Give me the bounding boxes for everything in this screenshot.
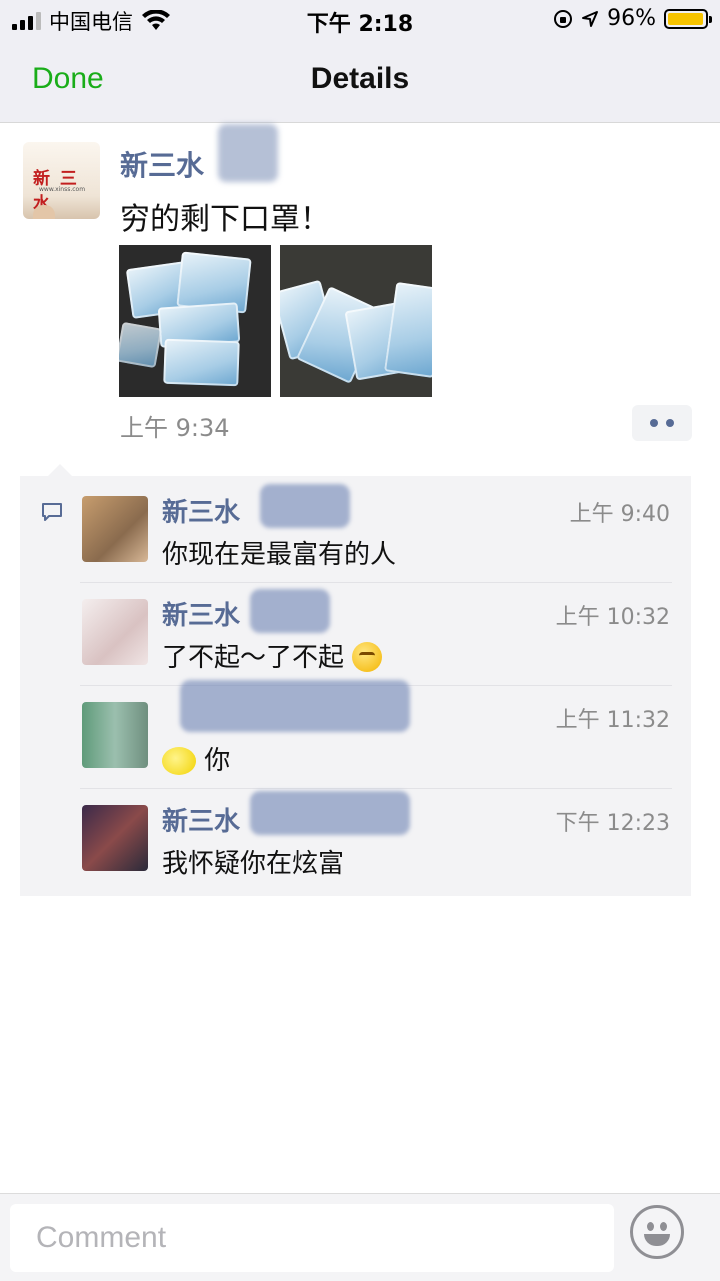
post-image-2[interactable] (280, 245, 432, 397)
commenter-avatar[interactable] (82, 805, 148, 871)
comment-text: 你 (204, 746, 231, 776)
page-title: Details (310, 62, 410, 95)
avatar-thumb (33, 205, 55, 219)
battery-icon (664, 8, 712, 29)
comment-text: 了不起～了不起 (162, 643, 345, 673)
status-bar-right: 96% (553, 6, 712, 31)
post-text: 穷的剩下口罩！ (120, 202, 330, 237)
emoji-eye (660, 1222, 667, 1231)
redaction-scribble (250, 791, 410, 835)
post-author-name[interactable]: 新三水 (120, 144, 204, 184)
comment-item[interactable]: 新三水 上午 9:40 你现在是最富有的人 (80, 480, 672, 583)
comment-text: 你现在是最富有的人 (162, 540, 397, 570)
comment-item[interactable]: 上午 11:32 你 (80, 680, 672, 789)
nav-bar: Done Details (0, 40, 720, 123)
commenter-name[interactable]: 新三水 (162, 801, 240, 838)
commenter-avatar[interactable] (82, 599, 148, 665)
emoji-button[interactable] (630, 1205, 684, 1259)
post-author-avatar[interactable]: 新 三 水 www.xinss.com (23, 142, 100, 219)
thinking-face-emoji-icon (352, 642, 383, 672)
emoji-eye (647, 1222, 654, 1231)
redaction-scribble (260, 484, 350, 528)
post-timestamp: 上午 9:34 (120, 414, 230, 442)
comment-time: 上午 9:40 (569, 502, 670, 527)
dot-icon (650, 419, 658, 427)
status-bar: 中国电信 下午 2:18 96% (0, 0, 720, 40)
commenter-name[interactable]: 新三水 (162, 492, 240, 529)
redaction-scribble (218, 124, 278, 182)
location-arrow-icon (582, 10, 599, 27)
comment-time: 上午 11:32 (555, 708, 670, 733)
battery-percent: 96% (607, 6, 656, 31)
comment-item[interactable]: 新三水 下午 12:23 我怀疑你在炫富 (80, 789, 672, 892)
more-options-button[interactable] (632, 405, 692, 441)
comment-text: 我怀疑你在炫富 (162, 849, 345, 879)
comment-time: 上午 10:32 (555, 605, 670, 630)
avatar-logo-url: www.xinss.com (39, 186, 86, 193)
orientation-lock-icon (554, 9, 573, 28)
lemon-emoji-icon (162, 747, 196, 775)
battery-fill (668, 12, 703, 25)
commenter-avatar[interactable] (82, 496, 148, 562)
comment-input[interactable] (10, 1204, 614, 1272)
redaction-scribble (250, 589, 330, 633)
comment-bar (0, 1193, 720, 1281)
commenter-avatar[interactable] (82, 702, 148, 768)
commenter-name[interactable]: 新三水 (162, 595, 240, 632)
comment-time: 下午 12:23 (555, 811, 670, 836)
comment-icon (42, 503, 62, 521)
comment-item[interactable]: 新三水 上午 10:32 了不起～了不起 (80, 583, 672, 686)
comment-text-row: 你 (162, 740, 230, 777)
post-image-1[interactable] (119, 245, 271, 397)
redaction-scribble (180, 680, 410, 732)
emoji-mouth (644, 1234, 670, 1246)
comment-text-row: 了不起～了不起 (162, 637, 383, 674)
dot-icon (666, 419, 674, 427)
